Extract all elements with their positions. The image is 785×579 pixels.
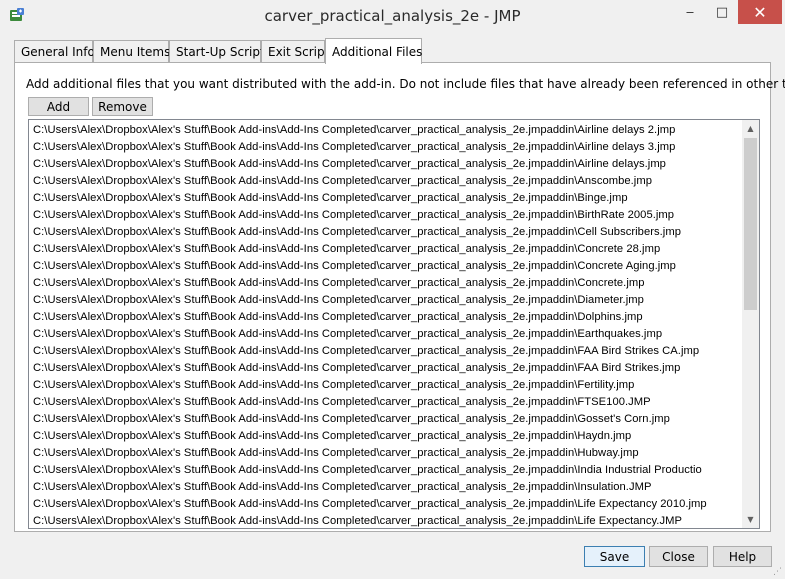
- scroll-thumb[interactable]: [744, 138, 757, 310]
- list-item[interactable]: C:\Users\Alex\Dropbox\Alex's Stuff\Book …: [33, 139, 743, 156]
- maximize-button[interactable]: □: [707, 0, 737, 24]
- list-item[interactable]: C:\Users\Alex\Dropbox\Alex's Stuff\Book …: [33, 292, 743, 309]
- list-item[interactable]: C:\Users\Alex\Dropbox\Alex's Stuff\Book …: [33, 343, 743, 360]
- scroll-down-arrow-icon[interactable]: ▼: [742, 511, 759, 528]
- list-item[interactable]: C:\Users\Alex\Dropbox\Alex's Stuff\Book …: [33, 394, 743, 411]
- list-item[interactable]: C:\Users\Alex\Dropbox\Alex's Stuff\Book …: [33, 122, 743, 139]
- close-window-button[interactable]: ✕: [738, 0, 782, 24]
- scroll-up-arrow-icon[interactable]: ▲: [742, 120, 759, 137]
- list-item[interactable]: C:\Users\Alex\Dropbox\Alex's Stuff\Book …: [33, 156, 743, 173]
- list-item[interactable]: C:\Users\Alex\Dropbox\Alex's Stuff\Book …: [33, 513, 743, 528]
- minimize-button[interactable]: ‒: [673, 0, 707, 24]
- list-item[interactable]: C:\Users\Alex\Dropbox\Alex's Stuff\Book …: [33, 224, 743, 241]
- remove-file-button[interactable]: Remove: [92, 97, 153, 116]
- instruction-text: Add additional files that you want distr…: [26, 77, 785, 91]
- list-item[interactable]: C:\Users\Alex\Dropbox\Alex's Stuff\Book …: [33, 241, 743, 258]
- window-title: carver_practical_analysis_2e - JMP: [264, 7, 521, 25]
- dialog-footer: Save Close Help ⋰: [0, 540, 785, 579]
- list-item[interactable]: C:\Users\Alex\Dropbox\Alex's Stuff\Book …: [33, 428, 743, 445]
- list-item[interactable]: C:\Users\Alex\Dropbox\Alex's Stuff\Book …: [33, 496, 743, 513]
- file-list-rows: C:\Users\Alex\Dropbox\Alex's Stuff\Book …: [33, 122, 743, 528]
- list-item[interactable]: C:\Users\Alex\Dropbox\Alex's Stuff\Book …: [33, 411, 743, 428]
- list-item[interactable]: C:\Users\Alex\Dropbox\Alex's Stuff\Book …: [33, 462, 743, 479]
- add-file-button[interactable]: Add: [28, 97, 89, 116]
- list-item[interactable]: C:\Users\Alex\Dropbox\Alex's Stuff\Book …: [33, 479, 743, 496]
- list-item[interactable]: C:\Users\Alex\Dropbox\Alex's Stuff\Book …: [33, 275, 743, 292]
- close-button[interactable]: Close: [649, 546, 708, 567]
- file-list[interactable]: C:\Users\Alex\Dropbox\Alex's Stuff\Book …: [28, 119, 760, 529]
- tab-exit-script[interactable]: Exit Script: [261, 40, 329, 62]
- additional-files-panel: Add additional files that you want distr…: [14, 62, 785, 532]
- resize-grip-icon[interactable]: ⋰: [773, 567, 783, 577]
- tab-additional-files[interactable]: Additional Files: [325, 38, 422, 64]
- list-item[interactable]: C:\Users\Alex\Dropbox\Alex's Stuff\Book …: [33, 258, 743, 275]
- title-bar: carver_practical_analysis_2e - JMP ‒ □ ✕: [0, 0, 785, 31]
- list-item[interactable]: C:\Users\Alex\Dropbox\Alex's Stuff\Book …: [33, 377, 743, 394]
- help-button[interactable]: Help: [713, 546, 772, 567]
- list-item[interactable]: C:\Users\Alex\Dropbox\Alex's Stuff\Book …: [33, 173, 743, 190]
- list-item[interactable]: C:\Users\Alex\Dropbox\Alex's Stuff\Book …: [33, 207, 743, 224]
- dialog-window: carver_practical_analysis_2e - JMP ‒ □ ✕…: [0, 0, 785, 579]
- list-item[interactable]: C:\Users\Alex\Dropbox\Alex's Stuff\Book …: [33, 445, 743, 462]
- vertical-scrollbar[interactable]: ▲ ▼: [742, 120, 759, 528]
- list-item[interactable]: C:\Users\Alex\Dropbox\Alex's Stuff\Book …: [33, 326, 743, 343]
- list-item[interactable]: C:\Users\Alex\Dropbox\Alex's Stuff\Book …: [33, 309, 743, 326]
- tab-menu-items[interactable]: Menu Items: [93, 40, 170, 62]
- list-item[interactable]: C:\Users\Alex\Dropbox\Alex's Stuff\Book …: [33, 190, 743, 207]
- save-button[interactable]: Save: [584, 546, 645, 567]
- list-item[interactable]: C:\Users\Alex\Dropbox\Alex's Stuff\Book …: [33, 360, 743, 377]
- tab-general-info[interactable]: General Info: [14, 40, 95, 62]
- tab-start-up-script[interactable]: Start-Up Script: [169, 40, 265, 62]
